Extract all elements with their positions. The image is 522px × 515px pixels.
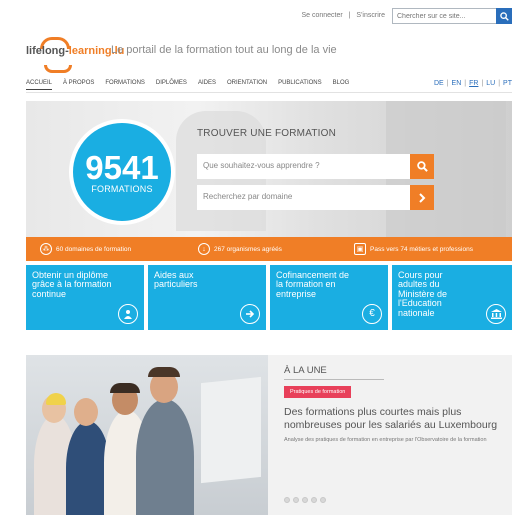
search-icon: [499, 11, 509, 21]
news-category-badge[interactable]: Pratiques de formation: [284, 386, 352, 398]
lang-pt[interactable]: PT: [503, 80, 512, 87]
site-search-button[interactable]: [496, 8, 512, 24]
nav-item-blog[interactable]: BLOG: [333, 80, 350, 90]
news-headline[interactable]: Des formations plus courtes mais plus no…: [284, 406, 504, 431]
main-nav: ACCUEIL À PROPOS FORMATIONS DIPLÔMES AID…: [26, 80, 349, 90]
section-title-underline: [284, 379, 384, 380]
lang-de[interactable]: DE: [434, 80, 444, 87]
hero-search-section: 9541 FORMATIONS TROUVER UNE FORMATION Qu…: [26, 101, 512, 237]
tile-label: Obtenir un diplôme grâce à la formation …: [32, 270, 112, 299]
stat-organisms[interactable]: ↓ 267 organismes agréés: [198, 243, 282, 255]
lang-en[interactable]: EN: [452, 80, 462, 87]
building-icon: [486, 304, 506, 324]
account-links: Se connecter | S'inscrire: [299, 12, 387, 19]
tile-label: Cours pour adultes du Ministère de l'Edu…: [398, 270, 448, 318]
stats-strip: ⁂ 60 domaines de formation ↓ 267 organis…: [26, 237, 512, 261]
lang-fr[interactable]: FR: [469, 80, 478, 87]
nav-item-orientation[interactable]: ORIENTATION: [227, 80, 267, 90]
site-search-input[interactable]: [392, 8, 496, 24]
login-link[interactable]: Se connecter: [301, 12, 342, 19]
stat-pass[interactable]: ▣ Pass vers 74 métiers et professions: [354, 243, 473, 255]
register-link[interactable]: S'inscrire: [356, 12, 385, 19]
arrow-right-icon: [240, 304, 260, 324]
lang-lu[interactable]: LU: [486, 80, 495, 87]
lang-separator: |: [446, 80, 449, 87]
carousel-dot[interactable]: [284, 497, 290, 503]
carousel-dots: [284, 497, 326, 503]
news-description: Analyse des pratiques de formation en en…: [284, 437, 487, 444]
euro-icon: €: [362, 304, 382, 324]
carousel-dot[interactable]: [302, 497, 308, 503]
formations-count-label: FORMATIONS: [91, 183, 153, 194]
nav-item-formations[interactable]: FORMATIONS: [105, 80, 145, 90]
download-icon: ↓: [198, 243, 210, 255]
carousel-dot[interactable]: [293, 497, 299, 503]
nav-item-aides[interactable]: AIDES: [198, 80, 216, 90]
briefcase-icon: ▣: [354, 243, 366, 255]
formations-count-circle: 9541 FORMATIONS: [69, 119, 175, 225]
lang-separator: |: [498, 80, 501, 87]
carousel-dot[interactable]: [320, 497, 326, 503]
tile-cours-adultes[interactable]: Cours pour adultes du Ministère de l'Edu…: [392, 265, 512, 330]
person-icon: [118, 304, 138, 324]
link-separator: |: [348, 12, 351, 19]
hair-shape: [110, 383, 140, 393]
logo-text: lifelong-learning.lu: [26, 45, 125, 57]
domain-search-button[interactable]: [410, 185, 434, 210]
network-icon: ⁂: [40, 243, 52, 255]
course-query-input[interactable]: Que souhaitez-vous apprendre ?: [197, 154, 410, 179]
hair-shape: [46, 393, 66, 405]
nav-item-a-propos[interactable]: À PROPOS: [63, 80, 94, 90]
news-section-title: À LA UNE: [284, 365, 327, 376]
top-bar: Se connecter | S'inscrire: [0, 0, 522, 28]
nav-item-publications[interactable]: PUBLICATIONS: [278, 80, 322, 90]
whiteboard-shape: [201, 376, 261, 484]
lang-separator: |: [464, 80, 467, 87]
news-content: À LA UNE Pratiques de formation Des form…: [284, 365, 504, 445]
carousel-dot[interactable]: [311, 497, 317, 503]
person-figure: [136, 399, 194, 515]
news-photo[interactable]: [26, 355, 268, 515]
person-head: [74, 398, 98, 426]
tile-cofinancement[interactable]: Cofinancement de la formation en entrepr…: [270, 265, 388, 330]
chevron-right-icon: [419, 192, 426, 203]
tile-diplome[interactable]: Obtenir un diplôme grâce à la formation …: [26, 265, 144, 330]
nav-item-accueil[interactable]: ACCUEIL: [26, 80, 53, 90]
lang-separator: |: [481, 80, 484, 87]
formations-count: 9541: [85, 148, 159, 186]
news-section: À LA UNE Pratiques de formation Des form…: [26, 355, 512, 515]
tile-label: Cofinancement de la formation en entrepr…: [276, 270, 350, 299]
search-icon: [416, 161, 428, 172]
nav-item-diplomes[interactable]: DIPLÔMES: [156, 80, 187, 90]
tile-label: Aides aux particuliers: [154, 270, 198, 290]
domain-search-input[interactable]: Recherchez par domaine: [197, 185, 410, 210]
language-switcher: DE | EN | FR | LU | PT: [434, 80, 512, 87]
search-title: TROUVER UNE FORMATION: [197, 128, 337, 139]
course-search-button[interactable]: [410, 154, 434, 179]
nav-divider: [26, 92, 512, 93]
hair-shape: [148, 367, 180, 377]
logo-arc-bottom: [44, 65, 72, 73]
site-tagline: Le portail de la formation tout au long …: [111, 44, 337, 56]
tile-aides[interactable]: Aides aux particuliers: [148, 265, 266, 330]
stat-domains[interactable]: ⁂ 60 domaines de formation: [40, 243, 131, 255]
